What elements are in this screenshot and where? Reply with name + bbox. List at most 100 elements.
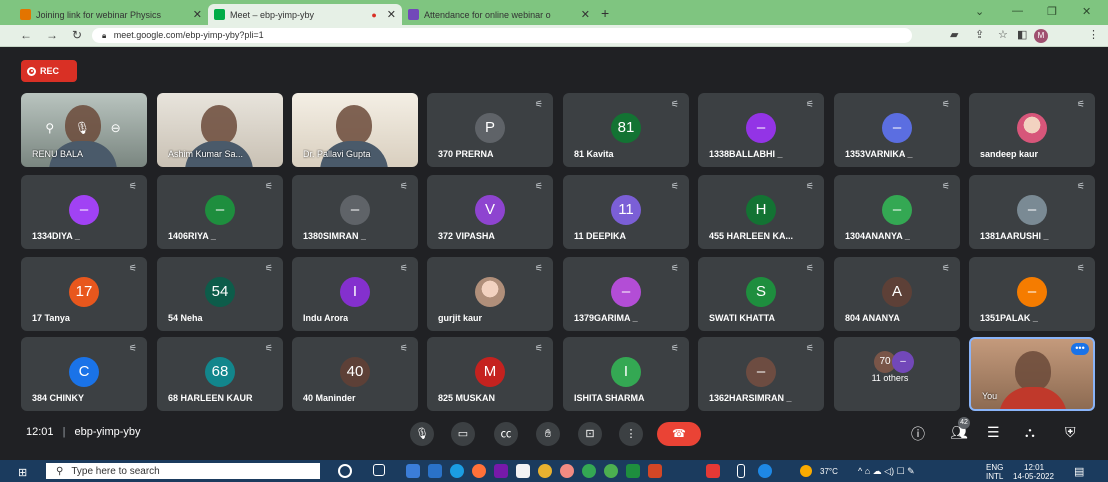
language-code[interactable]: ENG — [986, 463, 1003, 472]
participant-tile[interactable]: ⚲ 🎙︎ ⊖ RENU BALA — [21, 93, 147, 167]
clock-time[interactable]: 12:01 — [1024, 463, 1044, 472]
taskbar-search-input[interactable]: ⚲ Type here to search — [46, 463, 320, 479]
participant-tile[interactable]: ⚟ – 1338BALLABHI _ — [698, 93, 824, 167]
raise-hand-button[interactable]: ✋︎ — [536, 422, 560, 446]
participant-tile[interactable]: Dr. Pallavi Gupta — [292, 93, 418, 167]
pin-icon[interactable]: ⚲ — [45, 121, 54, 141]
camera-button[interactable]: ▭ — [451, 422, 475, 446]
share-icon[interactable]: ⇪ — [975, 28, 984, 41]
menu-kebab-icon[interactable]: ⋮ — [1088, 28, 1099, 41]
participant-tile[interactable]: Ashim Kumar Sa... — [157, 93, 283, 167]
muted-mic-icon: ⚟ — [128, 263, 137, 273]
pdf-icon[interactable] — [706, 464, 720, 478]
powerpoint-icon[interactable] — [648, 464, 662, 478]
participant-tile[interactable]: ⚟ M 825 MUSKAN — [427, 337, 553, 411]
participant-tile[interactable]: 70–11 others — [834, 337, 960, 411]
participant-tile[interactable]: ⚟ I ISHITA SHARMA — [563, 337, 689, 411]
participant-tile[interactable]: ⚟ – 1362HARSIMRAN _ — [698, 337, 824, 411]
more-options-button[interactable]: ⋮ — [619, 422, 643, 446]
clock-date[interactable]: 14-05-2022 — [1013, 472, 1054, 481]
profile-avatar[interactable]: M — [1034, 29, 1048, 43]
task-view-icon[interactable] — [373, 464, 385, 476]
firefox-icon[interactable] — [472, 464, 486, 478]
participant-tile[interactable]: ⚟ 17 17 Tanya — [21, 257, 147, 331]
meeting-details-icon[interactable]: ⓘ — [911, 424, 925, 444]
browser-tab-strip: Joining link for webinar Physics ✕ Meet … — [0, 0, 1108, 25]
weather-temperature[interactable]: 37°C — [820, 467, 838, 476]
windows-start-icon[interactable]: ⊞ — [18, 466, 27, 479]
participant-tile[interactable]: ⚟ – 1380SIMRAN _ — [292, 175, 418, 249]
onenote-icon[interactable] — [494, 464, 508, 478]
participant-tile[interactable]: ⚟ I Indu Arora — [292, 257, 418, 331]
mute-icon[interactable]: 🎙︎ — [75, 121, 90, 141]
reload-icon[interactable]: ↻ — [72, 28, 82, 42]
participant-tile[interactable]: ⚟ – 1381AARUSHI _ — [969, 175, 1095, 249]
participant-tile[interactable]: ⚟ S SWATI KHATTA — [698, 257, 824, 331]
leave-call-button[interactable]: ☎︎ — [657, 422, 701, 446]
tile-hover-controls[interactable]: ⚲ 🎙︎ ⊖ — [35, 121, 131, 141]
camera-indicator-icon[interactable]: ▰ — [950, 28, 958, 41]
activities-icon[interactable]: ⛬ — [1025, 424, 1035, 441]
close-window-icon[interactable]: ✕ — [1082, 5, 1091, 18]
participant-tile[interactable]: ⚟ C 384 CHINKY — [21, 337, 147, 411]
notification-center-icon[interactable]: ▤ — [1074, 465, 1084, 478]
more-options-icon[interactable]: ••• — [1071, 343, 1089, 355]
browser-tab-meet[interactable]: Meet – ebp-yimp-yby ● ✕ — [208, 4, 402, 25]
bookmark-star-icon[interactable]: ☆ — [998, 28, 1008, 41]
participant-tile[interactable]: ⚟ – 1334DIYA _ — [21, 175, 147, 249]
store-icon[interactable] — [516, 464, 530, 478]
recording-indicator[interactable]: REC — [21, 60, 77, 82]
participant-name: 384 CHINKY — [32, 393, 85, 403]
language-layout[interactable]: INTL — [986, 472, 1003, 481]
forward-icon[interactable]: → — [46, 28, 58, 42]
participant-tile[interactable]: ⚟ – 1379GARIMA _ — [563, 257, 689, 331]
participant-tile[interactable]: ⚟ – 1304ANANYA _ — [834, 175, 960, 249]
chat-icon[interactable]: ☰ — [987, 424, 1000, 441]
participant-tile[interactable]: ⚟ 81 81 Kavita — [563, 93, 689, 167]
sidebar-icon[interactable]: ◧ — [1017, 28, 1027, 41]
tray-icons[interactable]: ^ ⌂ ☁ ◁) ☐ ✎ — [858, 466, 915, 477]
microphone-button[interactable]: 🎙︎ — [410, 422, 434, 446]
close-tab-icon[interactable]: ✕ — [581, 8, 590, 21]
participant-tile[interactable]: ⚟ sandeep kaur — [969, 93, 1095, 167]
participant-tile[interactable]: ⚟ V 372 VIPASHA — [427, 175, 553, 249]
back-icon[interactable]: ← — [20, 28, 32, 42]
participant-tile[interactable]: ⚟ – 1406RIYA _ — [157, 175, 283, 249]
captions-button[interactable]: ㏄ — [494, 422, 518, 446]
remove-icon[interactable]: ⊖ — [111, 121, 121, 141]
participant-tile[interactable]: ⚟ P 370 PRERNA — [427, 93, 553, 167]
participant-tile[interactable]: ⚟ H 455 HARLEEN KA... — [698, 175, 824, 249]
participant-tile[interactable]: ⚟ – 1351PALAK _ — [969, 257, 1095, 331]
participant-tile[interactable]: ⚟ 54 54 Neha — [157, 257, 283, 331]
chrome-green-icon[interactable] — [582, 464, 596, 478]
participant-tile[interactable]: ⚟ 68 68 HARLEEN KAUR — [157, 337, 283, 411]
taskbar-app-icon[interactable] — [406, 464, 420, 478]
chrome-profile-icon[interactable] — [560, 464, 574, 478]
participant-tile[interactable]: ••• You — [969, 337, 1095, 411]
participant-tile[interactable]: ⚟ gurjit kaur — [427, 257, 553, 331]
host-controls-icon[interactable]: ⛨ — [1065, 424, 1076, 441]
restore-icon[interactable]: ❐ — [1047, 5, 1057, 18]
avatar-photo — [475, 277, 505, 307]
url-field[interactable]: 🔒︎ meet.google.com/ebp-yimp-yby?pli=1 — [92, 28, 912, 43]
chrome-icon[interactable] — [538, 464, 552, 478]
close-tab-icon[interactable]: ✕ — [193, 8, 202, 21]
tab-search-icon[interactable]: ⌄ — [975, 5, 984, 18]
close-tab-icon[interactable]: ✕ — [387, 8, 396, 21]
overflow-icon[interactable] — [737, 464, 745, 478]
present-button[interactable]: ⊡ — [578, 422, 602, 446]
browser-tab-attendance[interactable]: Attendance for online webinar o ✕ — [402, 4, 596, 25]
new-tab-button[interactable]: + — [601, 5, 609, 21]
minimize-icon[interactable]: — — [1012, 5, 1023, 17]
participant-tile[interactable]: ⚟ – 1353VARNIKA _ — [834, 93, 960, 167]
help-icon[interactable] — [758, 464, 772, 478]
participant-tile[interactable]: ⚟ 11 11 DEEPIKA — [563, 175, 689, 249]
browser-tab-joining-link[interactable]: Joining link for webinar Physics ✕ — [14, 4, 208, 25]
mail-icon[interactable] — [428, 464, 442, 478]
edge-icon[interactable] — [450, 464, 464, 478]
cortana-icon[interactable] — [338, 464, 352, 478]
participant-tile[interactable]: ⚟ A 804 ANANYA — [834, 257, 960, 331]
chrome-active-icon[interactable] — [604, 464, 618, 478]
meet-app-icon[interactable] — [626, 464, 640, 478]
participant-tile[interactable]: ⚟ 40 40 Maninder — [292, 337, 418, 411]
